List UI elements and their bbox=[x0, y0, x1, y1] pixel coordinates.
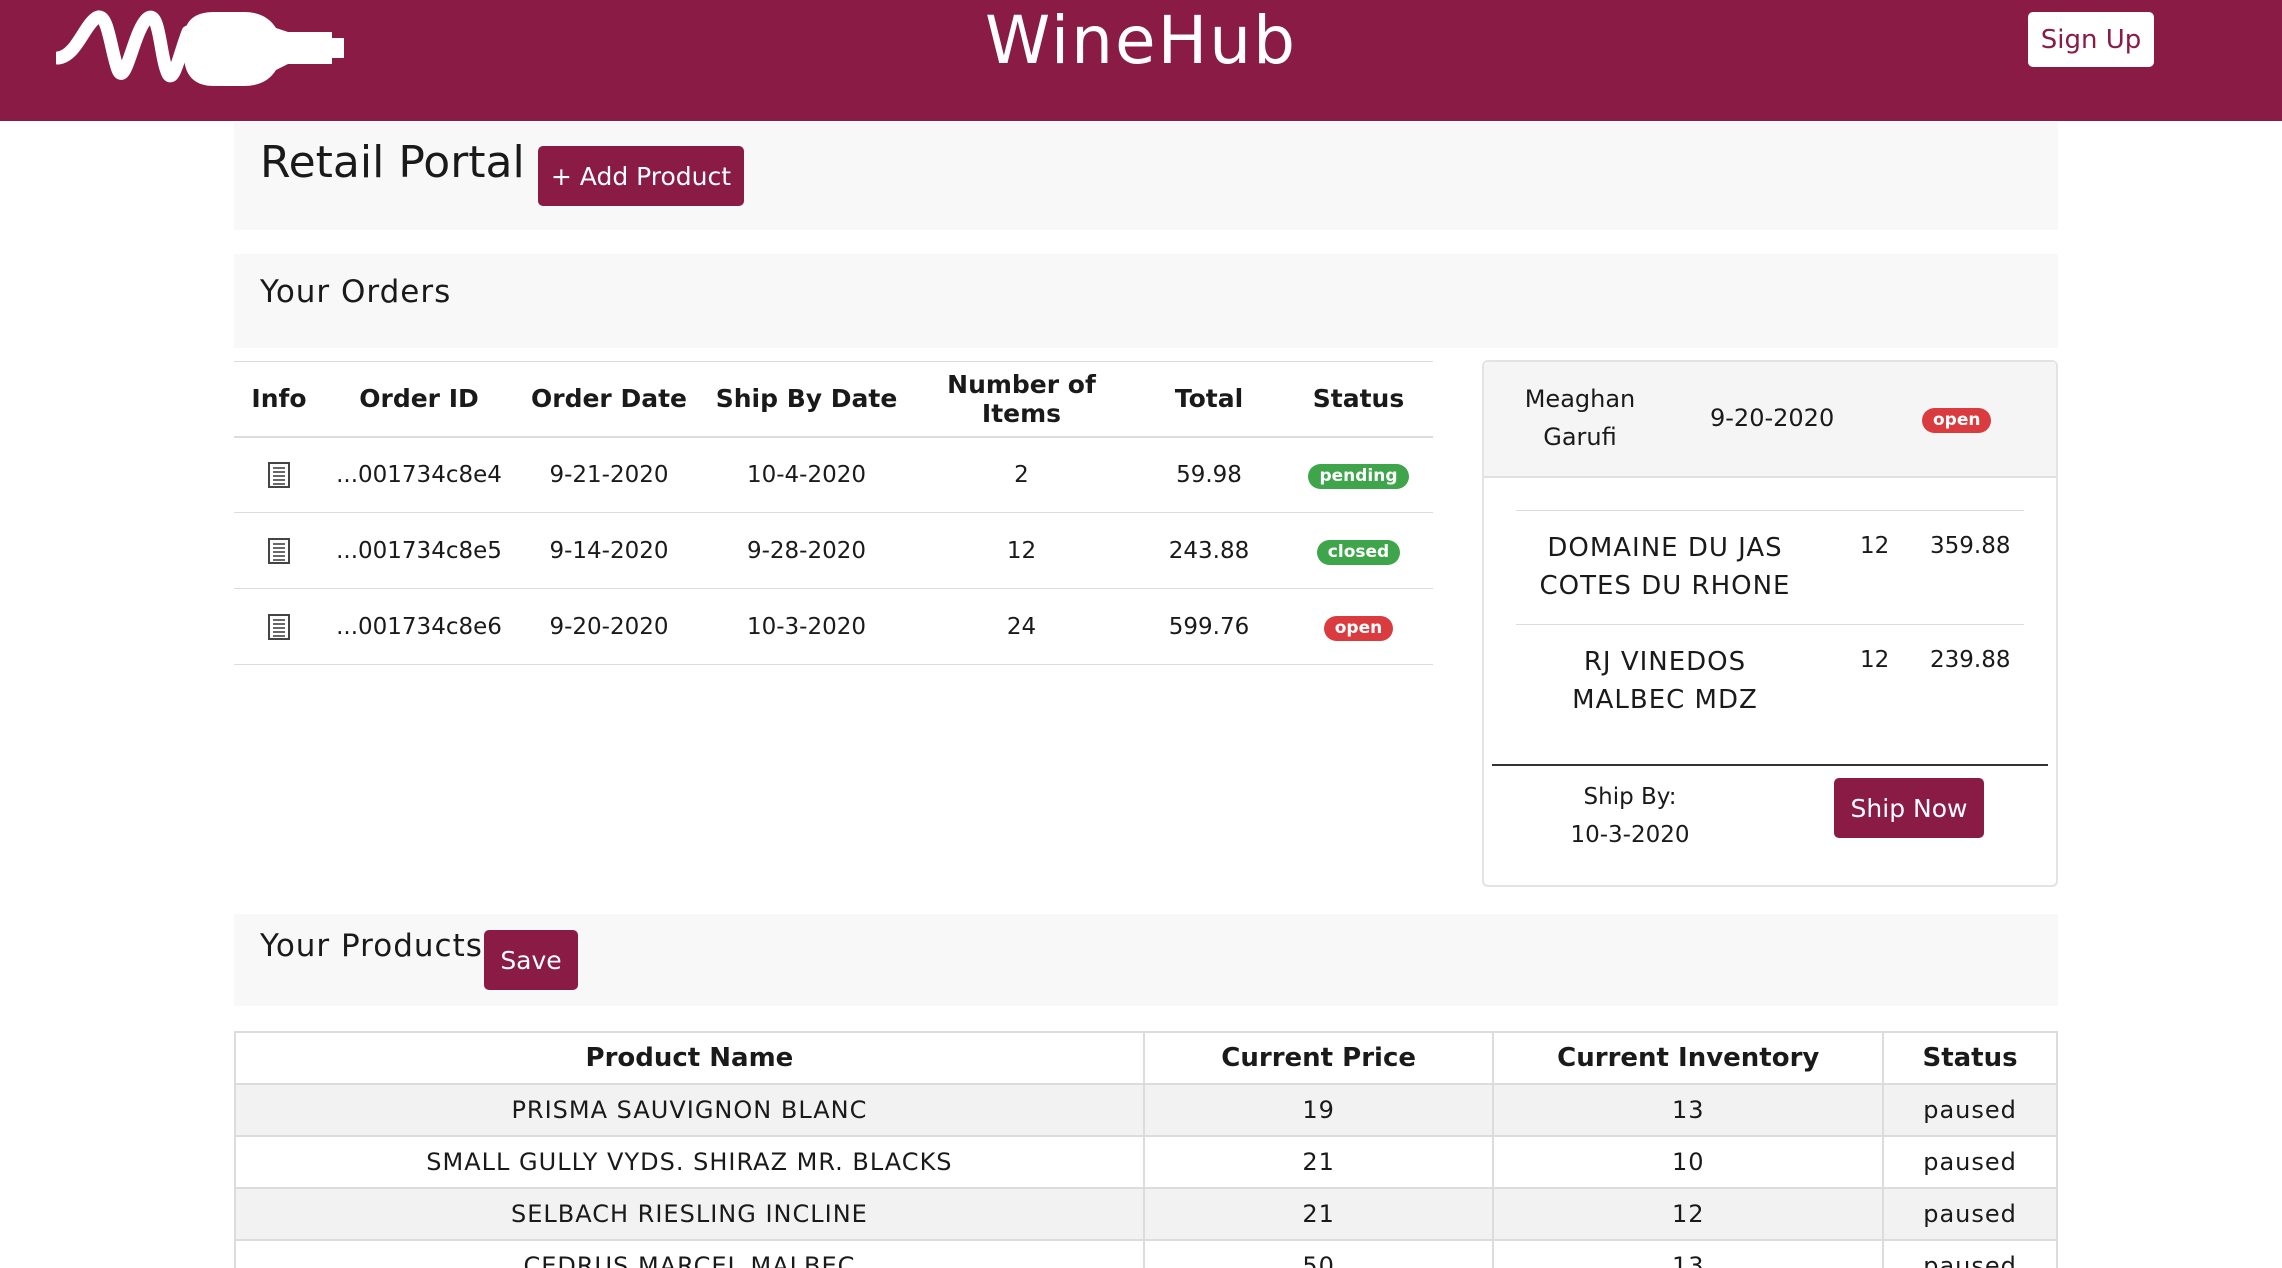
column-header: Current Inventory bbox=[1492, 1031, 1885, 1085]
item-count: 2 bbox=[909, 436, 1134, 513]
ship-now-button[interactable]: Ship Now bbox=[1834, 778, 1984, 838]
ship-by-date: 10-3-2020 bbox=[1570, 822, 1690, 848]
column-header: Info bbox=[234, 361, 324, 438]
status-badge: closed bbox=[1316, 539, 1401, 565]
product-inventory[interactable]: 13 bbox=[1492, 1239, 1885, 1268]
order-item-row: RJ VINEDOS MALBEC MDZ 12 239.88 bbox=[1516, 624, 2024, 738]
ship-by-date: 10-4-2020 bbox=[704, 436, 909, 513]
save-button[interactable]: Save bbox=[484, 930, 578, 990]
item-count: 12 bbox=[909, 512, 1134, 589]
sign-up-button[interactable]: Sign Up bbox=[2028, 12, 2154, 67]
document-icon[interactable] bbox=[268, 613, 290, 640]
product-inventory[interactable]: 12 bbox=[1492, 1187, 1885, 1241]
table-row: SELBACH RIESLING INCLINE 21 12 paused bbox=[234, 1187, 2058, 1241]
product-price[interactable]: 21 bbox=[1142, 1187, 1495, 1241]
products-table: Product Name Current Price Current Inven… bbox=[234, 1031, 2058, 1268]
product-name: CEDRUS MARCEL MALBEC bbox=[234, 1239, 1145, 1268]
products-title: Your Products bbox=[260, 928, 483, 964]
table-row: SMALL GULLY VYDS. SHIRAZ MR. BLACKS 21 1… bbox=[234, 1135, 2058, 1189]
orders-header: Your Orders bbox=[234, 254, 2058, 348]
order-detail-header: Meaghan Garufi 9-20-2020 open bbox=[1484, 362, 2056, 478]
order-item-name: DOMAINE DU JAS COTES DU RHONE bbox=[1539, 533, 1791, 601]
item-count: 24 bbox=[909, 588, 1134, 665]
column-header: Status bbox=[1882, 1031, 2058, 1085]
column-header: Ship By Date bbox=[704, 361, 909, 438]
product-name: PRISMA SAUVIGNON BLANC bbox=[234, 1083, 1145, 1137]
table-row: ...001734c8e5 9-14-2020 9-28-2020 12 243… bbox=[234, 512, 1433, 589]
table-row: PRISMA SAUVIGNON BLANC 19 13 paused bbox=[234, 1083, 2058, 1137]
order-date: 9-21-2020 bbox=[514, 436, 704, 513]
order-detail-card: Meaghan Garufi 9-20-2020 open DOMAINE DU… bbox=[1482, 360, 2058, 887]
column-header: Order ID bbox=[324, 361, 514, 438]
order-item-name: RJ VINEDOS MALBEC MDZ bbox=[1572, 647, 1758, 715]
column-header: Current Price bbox=[1142, 1031, 1495, 1085]
column-header: Order Date bbox=[514, 361, 704, 438]
ship-by-date: 10-3-2020 bbox=[704, 588, 909, 665]
order-id: ...001734c8e4 bbox=[324, 436, 514, 513]
product-price[interactable]: 21 bbox=[1142, 1135, 1495, 1189]
status-badge: open bbox=[1922, 408, 1992, 433]
column-header: Total bbox=[1134, 361, 1284, 438]
column-header: Status bbox=[1284, 361, 1433, 438]
order-total: 59.98 bbox=[1134, 436, 1284, 513]
product-status[interactable]: paused bbox=[1882, 1135, 2058, 1189]
orders-header-row: Info Order ID Order Date Ship By Date Nu… bbox=[234, 361, 1433, 438]
add-product-button[interactable]: + Add Product bbox=[538, 146, 744, 206]
orders-table: Info Order ID Order Date Ship By Date Nu… bbox=[234, 361, 1433, 665]
products-header-row: Product Name Current Price Current Inven… bbox=[234, 1031, 2058, 1085]
product-inventory[interactable]: 13 bbox=[1492, 1083, 1885, 1137]
order-total: 599.76 bbox=[1134, 588, 1284, 665]
table-row: ...001734c8e4 9-21-2020 10-4-2020 2 59.9… bbox=[234, 436, 1433, 513]
order-date: 9-14-2020 bbox=[514, 512, 704, 589]
orders-title: Your Orders bbox=[260, 274, 452, 310]
info-cell[interactable] bbox=[234, 588, 324, 665]
column-header: Number of Items bbox=[909, 361, 1134, 438]
order-item-qty: 12 bbox=[1860, 647, 1890, 673]
page-title: Retail Portal bbox=[260, 137, 525, 188]
order-item-qty: 12 bbox=[1860, 533, 1890, 559]
order-date: 9-20-2020 bbox=[514, 588, 704, 665]
order-item-price: 359.88 bbox=[1930, 533, 2011, 559]
order-item-price: 239.88 bbox=[1930, 647, 2011, 673]
order-id: ...001734c8e5 bbox=[324, 512, 514, 589]
order-total: 243.88 bbox=[1134, 512, 1284, 589]
customer-name: Meaghan Garufi bbox=[1524, 385, 1636, 451]
navbar: WineHub Sign Up bbox=[0, 0, 2282, 121]
table-row: CEDRUS MARCEL MALBEC 50 13 paused bbox=[234, 1239, 2058, 1268]
product-name: SELBACH RIESLING INCLINE bbox=[234, 1187, 1145, 1241]
product-name: SMALL GULLY VYDS. SHIRAZ MR. BLACKS bbox=[234, 1135, 1145, 1189]
order-item-row: DOMAINE DU JAS COTES DU RHONE 12 359.88 bbox=[1516, 510, 2024, 624]
product-status[interactable]: paused bbox=[1882, 1187, 2058, 1241]
document-icon[interactable] bbox=[268, 537, 290, 564]
product-status[interactable]: paused bbox=[1882, 1083, 2058, 1137]
document-icon[interactable] bbox=[268, 462, 290, 488]
ship-by-date: 9-28-2020 bbox=[704, 512, 909, 589]
product-status[interactable]: paused bbox=[1882, 1239, 2058, 1268]
brand-title[interactable]: WineHub bbox=[0, 2, 2282, 79]
status-badge: open bbox=[1323, 615, 1394, 641]
info-cell[interactable] bbox=[234, 512, 324, 589]
ship-by-info: Ship By: 10-3-2020 bbox=[1556, 778, 1704, 854]
products-header: Your Products Save bbox=[234, 914, 2058, 1006]
column-header: Product Name bbox=[234, 1031, 1145, 1085]
table-row: ...001734c8e6 9-20-2020 10-3-2020 24 599… bbox=[234, 588, 1433, 665]
divider bbox=[1492, 764, 2048, 766]
info-cell[interactable] bbox=[234, 436, 324, 513]
product-price[interactable]: 19 bbox=[1142, 1083, 1495, 1137]
product-inventory[interactable]: 10 bbox=[1492, 1135, 1885, 1189]
order-id: ...001734c8e6 bbox=[324, 588, 514, 665]
status-badge: pending bbox=[1308, 463, 1409, 489]
ship-by-label: Ship By: bbox=[1583, 784, 1677, 810]
portal-header: Retail Portal + Add Product bbox=[234, 122, 2058, 230]
order-detail-date: 9-20-2020 bbox=[1710, 404, 1835, 432]
product-price[interactable]: 50 bbox=[1142, 1239, 1495, 1268]
